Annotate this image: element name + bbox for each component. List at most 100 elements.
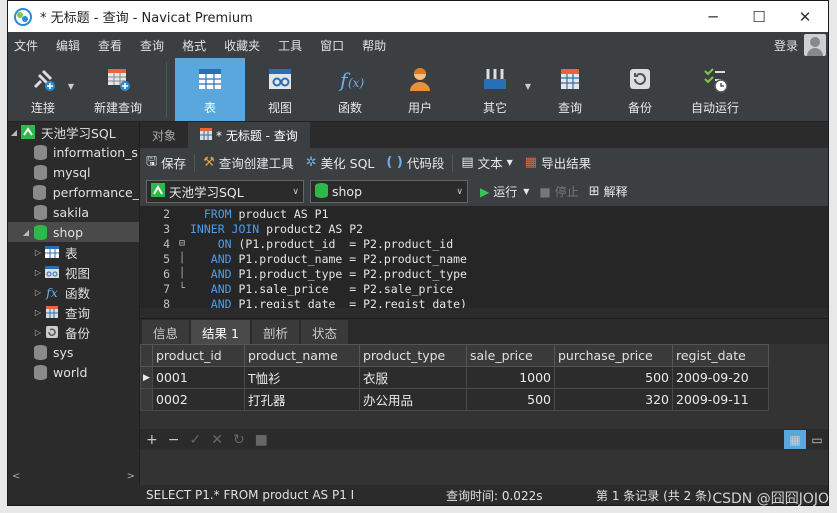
table-cell[interactable]: 500 <box>466 388 555 411</box>
column-header[interactable]: product_id <box>152 344 245 367</box>
table-cell[interactable]: 0002 <box>152 388 245 411</box>
column-header[interactable]: sale_price <box>466 344 555 367</box>
table-cell[interactable]: T恤衫 <box>244 366 360 389</box>
expanded-arrow-icon[interactable]: ◢ <box>20 228 32 237</box>
collapsed-arrow-icon[interactable]: ▷ <box>32 288 44 297</box>
tree-db-information-schema[interactable]: information_s <box>8 142 139 162</box>
tree-db-label: sys <box>53 344 74 360</box>
fold-marker-icon[interactable]: └ <box>174 283 190 294</box>
tree-db-mysql[interactable]: mysql <box>8 162 139 182</box>
apply-icon[interactable]: ✓ <box>189 432 201 448</box>
discard-icon[interactable]: ✕ <box>211 432 223 448</box>
table-cell[interactable]: 320 <box>554 388 673 411</box>
tab-objects[interactable]: 对象 <box>140 122 188 148</box>
tab-result-1[interactable]: 结果 1 <box>191 320 250 344</box>
tree-db-world[interactable]: world <box>8 362 139 382</box>
grid-view-icon[interactable]: ▦ <box>784 430 806 449</box>
table-row[interactable]: 0002 打孔器 办公用品 500 320 2009-09-11 <box>140 388 769 411</box>
table-cell[interactable]: 500 <box>554 366 673 389</box>
collapsed-arrow-icon[interactable]: ▷ <box>32 248 44 257</box>
column-header[interactable]: regist_date <box>672 344 769 367</box>
connection-select[interactable]: 天池学习SQL ∨ <box>146 180 304 203</box>
table-cell[interactable]: 2009-09-11 <box>672 388 769 411</box>
toolbar-table-button[interactable]: 表 <box>175 58 245 121</box>
form-view-icon[interactable]: ▭ <box>806 430 828 449</box>
database-icon <box>32 224 48 240</box>
menu-view[interactable]: 查看 <box>92 37 134 54</box>
tree-shop-backups[interactable]: ▷ 备份 <box>8 322 139 342</box>
tab-status[interactable]: 状态 <box>300 320 348 344</box>
table-cell[interactable]: 打孔器 <box>244 388 360 411</box>
tree-connection[interactable]: ◢ 天池学习SQL <box>8 122 139 142</box>
menu-help[interactable]: 帮助 <box>356 37 398 54</box>
table-cell[interactable]: 办公用品 <box>359 388 467 411</box>
tree-db-sakila[interactable]: sakila <box>8 202 139 222</box>
stop-button[interactable]: ■ 停止 <box>539 183 578 200</box>
avatar[interactable] <box>804 34 826 56</box>
tree-shop-queries[interactable]: ▷ 查询 <box>8 302 139 322</box>
code-snippet-button[interactable]: ( ) 代码段 <box>386 153 444 172</box>
fold-marker-icon[interactable]: │ <box>174 268 190 279</box>
toolbar-view-button[interactable]: 视图 <box>245 58 315 121</box>
toolbar-function-button[interactable]: f (x) 函数 <box>315 58 385 121</box>
fold-marker-icon[interactable]: ⊟ <box>174 238 190 249</box>
query-builder-button[interactable]: ⚒ 查询创建工具 <box>203 153 294 172</box>
toolbar-query-button[interactable]: 查询 <box>535 58 605 121</box>
tree-db-performance[interactable]: performance_ <box>8 182 139 202</box>
scroll-left-icon[interactable]: < <box>12 471 20 482</box>
tree-shop-tables[interactable]: ▷ 表 <box>8 242 139 262</box>
toolbar-backup-button[interactable]: 备份 <box>605 58 675 121</box>
column-header[interactable]: product_name <box>244 344 360 367</box>
toolbar-schedule-button[interactable]: 自动运行 <box>675 58 755 121</box>
save-button[interactable]: 🖫 保存 <box>146 152 186 174</box>
tab-profile[interactable]: 剖析 <box>251 320 299 344</box>
tab-info[interactable]: 信息 <box>142 320 190 344</box>
toolbar-user-button[interactable]: 用户 <box>385 58 455 121</box>
export-results-button[interactable]: ▦ 导出结果 <box>525 153 591 172</box>
toolbar-connect-button[interactable]: 连接 ▼ <box>8 58 78 121</box>
tree-shop-views[interactable]: ▷ 视图 <box>8 262 139 282</box>
minimize-button[interactable]: ─ <box>690 1 736 32</box>
menu-tools[interactable]: 工具 <box>272 37 314 54</box>
run-button[interactable]: ▶ 运行 ▼ <box>480 183 529 200</box>
menu-format[interactable]: 格式 <box>176 37 218 54</box>
collapsed-arrow-icon[interactable]: ▷ <box>32 328 44 337</box>
collapsed-arrow-icon[interactable]: ▷ <box>32 268 44 277</box>
table-cell[interactable]: 2009-09-20 <box>672 366 769 389</box>
delete-row-icon[interactable]: − <box>168 432 180 448</box>
tree-shop-functions[interactable]: ▷ fx 函数 <box>8 282 139 302</box>
login-link[interactable]: 登录 <box>774 37 804 54</box>
collapsed-arrow-icon[interactable]: ▷ <box>32 308 44 317</box>
tree-horizontal-scrollbar[interactable]: < > <box>8 467 139 485</box>
table-row[interactable]: ▶ 0001 T恤衫 衣服 1000 500 2009-09-20 <box>140 366 769 389</box>
table-cell[interactable]: 衣服 <box>359 366 467 389</box>
tab-query[interactable]: * 无标题 - 查询 <box>188 122 310 148</box>
column-header[interactable]: purchase_price <box>554 344 673 367</box>
editor-horizontal-scrollbar[interactable] <box>140 308 828 318</box>
menu-edit[interactable]: 编辑 <box>50 37 92 54</box>
stop-icon[interactable]: ■ <box>255 432 268 448</box>
fold-marker-icon[interactable]: │ <box>174 253 190 264</box>
maximize-button[interactable]: ☐ <box>736 1 782 32</box>
column-header[interactable]: product_type <box>359 344 467 367</box>
menu-favorites[interactable]: 收藏夹 <box>218 37 272 54</box>
scroll-right-icon[interactable]: > <box>127 471 135 482</box>
expanded-arrow-icon[interactable]: ◢ <box>8 128 20 137</box>
beautify-sql-button[interactable]: ✲ 美化 SQL <box>306 153 375 172</box>
table-cell[interactable]: 1000 <box>466 366 555 389</box>
tree-db-shop[interactable]: ◢ shop <box>8 222 139 242</box>
tree-db-sys[interactable]: sys <box>8 342 139 362</box>
explain-button[interactable]: ⊞ 解释 <box>589 183 628 200</box>
menu-window[interactable]: 窗口 <box>314 37 356 54</box>
refresh-icon[interactable]: ↻ <box>233 432 245 448</box>
menu-query[interactable]: 查询 <box>134 37 176 54</box>
table-cell[interactable]: 0001 <box>152 366 245 389</box>
toolbar-new-query-button[interactable]: 新建查询 <box>78 58 158 121</box>
text-button[interactable]: ▤ 文本 ▼ <box>461 153 512 172</box>
menu-file[interactable]: 文件 <box>8 37 50 54</box>
sql-editor[interactable]: 2 FROM product AS P1 3 INNER JOIN product2… <box>140 206 828 318</box>
close-button[interactable]: ✕ <box>782 1 828 32</box>
add-row-icon[interactable]: + <box>146 432 158 448</box>
database-select[interactable]: shop ∨ <box>310 180 468 203</box>
toolbar-other-button[interactable]: 其它 ▼ <box>455 58 535 121</box>
